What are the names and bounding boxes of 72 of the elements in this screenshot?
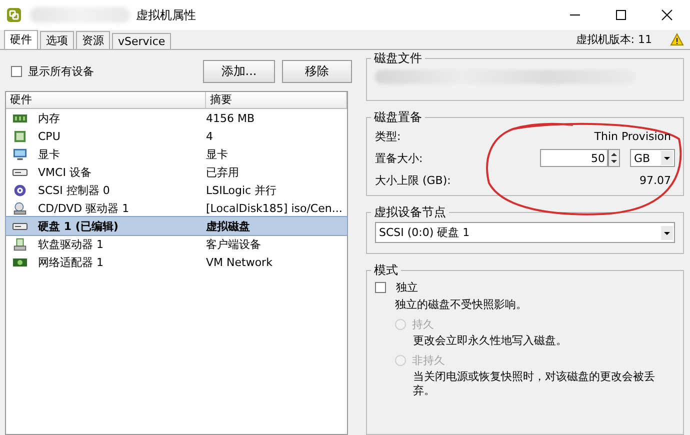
spinner-arrows-icon[interactable] [608,149,620,167]
device-row[interactable]: 软盘驱动器 1 客户端设备 [6,235,347,253]
window-title: 虚拟机属性 [136,6,197,24]
app-logo-icon [6,7,22,23]
column-header[interactable]: 摘要 [206,92,347,108]
maximize-icon [615,9,627,21]
warning-icon [670,33,684,46]
device-summary: 4156 MB [206,112,256,124]
device-summary: [LocalDisk185] iso/Cen... [206,202,344,214]
group-title: 虚拟设备节点 [373,205,447,219]
device-name: 内存 [38,110,60,126]
size-input[interactable]: 50 [540,149,608,167]
checkbox-label: 独立 [396,280,418,294]
device-row[interactable]: 硬盘 1 (已编辑) 虚拟磁盘 [6,217,347,235]
radio-label: 非持久 [412,352,445,368]
group-title: 磁盘置备 [373,110,423,124]
tab[interactable]: vService [112,33,172,49]
checkbox-label: 显示所有设备 [28,64,95,78]
device-node-dropdown[interactable]: SCSI (0:0) 硬盘 1 [375,222,675,243]
device-summary: LSILogic 并行 [206,182,278,198]
device-row[interactable]: CPU 4 [6,127,347,145]
device-row[interactable]: 网络适配器 1 VM Network [6,253,347,271]
device-name: VMCI 设备 [38,164,92,180]
column-header[interactable]: 硬件 [6,92,206,108]
controller-disc-icon [12,184,28,196]
radio-label: 持久 [412,316,434,332]
device-summary: 虚拟磁盘 [206,218,251,234]
device-summary: VM Network [206,256,274,268]
device-name: CPU [38,130,60,142]
close-icon [661,9,673,21]
checkbox[interactable] [375,282,386,292]
device-name: CD/DVD 驱动器 1 [38,200,130,216]
field-label: 置备大小: [375,150,423,166]
unit-dropdown[interactable]: GB [630,149,675,167]
group-title: 磁盘文件 [373,51,423,65]
monitor-icon [12,148,28,160]
floppy-drive-icon [12,238,28,250]
device-summary: 显卡 [206,146,229,162]
tab[interactable]: 选项 [40,31,74,49]
tab[interactable]: 硬件 [4,30,38,49]
device-name: 硬盘 1 (已编辑) [38,218,118,234]
device-name: 网络适配器 1 [38,254,104,270]
cpu-chip-icon [12,130,28,142]
checkbox[interactable] [11,66,22,76]
field-label: 大小上限 (GB): [375,172,451,188]
tab[interactable]: 资源 [76,31,110,49]
caret-icon [661,151,673,165]
device-row[interactable]: SCSI 控制器 0 LSILogic 并行 [6,181,347,199]
cd-drive-icon [12,202,28,214]
device-row[interactable]: 显卡 显卡 [6,145,347,163]
add-button[interactable]: 添加... [203,60,275,82]
memory-chip-icon [12,112,28,124]
device-name: 软盘驱动器 1 [38,236,104,252]
field-label: 类型: [375,128,401,144]
remove-button[interactable]: 移除 [282,60,352,82]
network-card-icon [12,256,28,268]
note-text: 独立的磁盘不受快照影响。 [394,297,528,312]
device-name: SCSI 控制器 0 [38,182,110,198]
device-row[interactable]: VMCI 设备 已弃用 [6,163,347,181]
option-description: 当关闭电源或恢复快照时，对该磁盘的更改会被丢弃。 [412,370,656,398]
caret-icon [661,226,673,240]
device-name: 显卡 [38,146,60,162]
group-title: 模式 [373,263,399,277]
field-value: Thin Provision [594,130,671,142]
device-summary: 已弃用 [206,164,240,180]
option-description: 更改会立即永久性地写入磁盘。 [412,334,568,348]
device-summary: 4 [206,130,214,142]
version-label: 虚拟机版本: 11 [576,32,652,47]
field-value: 97.07 [640,174,671,186]
device-row[interactable]: 内存 4156 MB [6,109,347,127]
device-row[interactable]: CD/DVD 驱动器 1 [LocalDisk185] iso/Cen... [6,199,347,217]
device-summary: 客户端设备 [206,236,262,252]
